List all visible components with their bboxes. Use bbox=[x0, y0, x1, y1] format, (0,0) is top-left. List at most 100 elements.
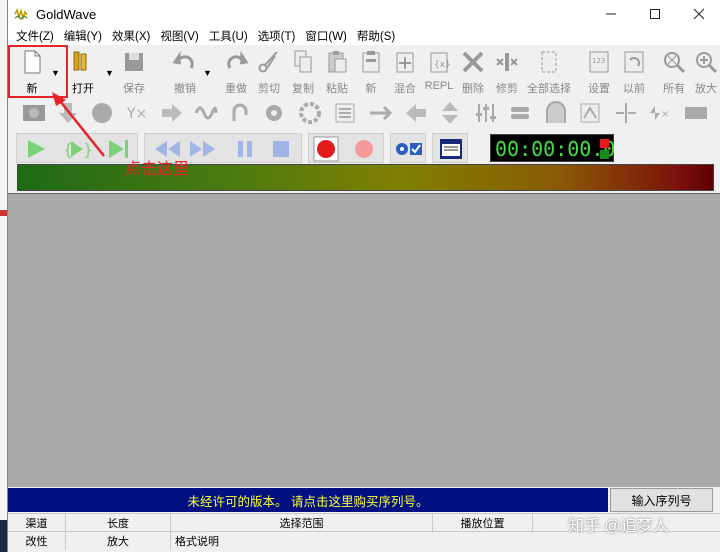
svg-text:Y×: Y× bbox=[126, 106, 147, 122]
copy-icon bbox=[294, 50, 312, 73]
level-meter bbox=[17, 164, 714, 191]
paste-label: 粘贴 bbox=[326, 83, 348, 95]
previous-button[interactable]: 以前 bbox=[614, 48, 654, 96]
redo-label: 重做 bbox=[225, 83, 247, 95]
status-format: 格式说明 bbox=[175, 536, 219, 548]
window-title: GoldWave bbox=[36, 6, 97, 22]
replace-label: REPL bbox=[424, 80, 454, 92]
stop-icon[interactable] bbox=[271, 139, 291, 159]
paste-clipboard-icon bbox=[328, 51, 347, 73]
menu-help[interactable]: 帮助(S) bbox=[353, 28, 401, 44]
status-selection-range: 选择范围 bbox=[171, 514, 433, 532]
effect-sprocket-icon[interactable] bbox=[298, 101, 322, 125]
status-play-position: 播放位置 bbox=[433, 514, 533, 532]
trim-button[interactable]: 修剪 bbox=[487, 48, 527, 96]
effect-list-icon[interactable] bbox=[333, 101, 357, 125]
effect-loop-icon[interactable] bbox=[228, 101, 252, 125]
record-selection-icon[interactable] bbox=[351, 136, 377, 162]
open-dropdown-arrow-icon[interactable]: ▼ bbox=[105, 68, 114, 78]
menu-window[interactable]: 窗口(W) bbox=[301, 28, 353, 44]
enter-serial-button[interactable]: 输入序列号 bbox=[610, 488, 713, 512]
close-button[interactable] bbox=[677, 0, 720, 28]
title-bar[interactable]: GoldWave bbox=[8, 0, 720, 28]
redo-icon bbox=[227, 51, 249, 69]
save-button[interactable]: 保存 bbox=[114, 48, 154, 96]
effect-dynamics-icon[interactable] bbox=[578, 101, 602, 125]
mix-icon bbox=[396, 52, 414, 73]
open-button[interactable]: 打开 bbox=[63, 48, 103, 96]
effect-arch-icon[interactable] bbox=[544, 101, 568, 125]
effect-updown-icon[interactable] bbox=[438, 101, 462, 125]
undo-dropdown-arrow-icon[interactable]: ▼ bbox=[203, 68, 212, 78]
desktop-background bbox=[0, 0, 7, 552]
set-button[interactable]: 123 设置 bbox=[579, 48, 619, 96]
menu-view[interactable]: 视图(V) bbox=[156, 28, 204, 44]
select-all-icon bbox=[541, 51, 557, 73]
record-icon[interactable] bbox=[313, 136, 339, 162]
device-window-icon[interactable] bbox=[439, 138, 463, 160]
effect-merge-arrows-icon[interactable] bbox=[368, 101, 392, 125]
fast-forward-icon[interactable] bbox=[189, 139, 217, 159]
effect-noise-icon[interactable]: × bbox=[648, 101, 672, 125]
menu-effects[interactable]: 效果(X) bbox=[108, 28, 156, 44]
time-status-red-indicator bbox=[600, 139, 609, 148]
replace-icon: {x} bbox=[430, 52, 451, 73]
previous-label: 以前 bbox=[623, 83, 645, 95]
zoom-in-magnifier-icon bbox=[696, 52, 718, 74]
menu-tools[interactable]: 工具(U) bbox=[205, 28, 254, 44]
status-modified: 改性 bbox=[8, 532, 66, 550]
control-properties-icon[interactable] bbox=[395, 140, 423, 158]
device-group bbox=[432, 133, 468, 163]
zoom-in-label: 放大 bbox=[695, 83, 717, 95]
effects-toolbar: Y× × bbox=[8, 98, 720, 128]
effect-right-arrow-icon[interactable] bbox=[160, 101, 184, 125]
annotation-text: 点击这里 bbox=[125, 161, 190, 178]
transport-bar: {} 00:00:00.0 bbox=[16, 133, 720, 163]
select-all-label: 全部选择 bbox=[527, 83, 571, 95]
previous-undo-icon bbox=[624, 51, 644, 73]
effect-gear-icon[interactable] bbox=[262, 101, 286, 125]
time-readout: 00:00:00.0 bbox=[495, 137, 616, 161]
svg-text:{x}: {x} bbox=[434, 60, 451, 70]
effect-yx-icon[interactable]: Y× bbox=[126, 101, 150, 125]
watermark: 知乎 @追梦人 bbox=[568, 518, 669, 535]
effect-strip-icon[interactable] bbox=[684, 101, 708, 125]
zoom-all-magnifier-icon bbox=[664, 52, 686, 74]
close-icon bbox=[693, 8, 705, 20]
menu-bar: 文件(Z) 编辑(Y) 效果(X) 视图(V) 工具(U) 选项(T) 窗口(W… bbox=[8, 27, 720, 45]
undo-button[interactable]: 撤销 bbox=[165, 48, 205, 96]
delete-label: 删除 bbox=[462, 83, 484, 95]
menu-file[interactable]: 文件(Z) bbox=[12, 28, 60, 44]
control-group bbox=[390, 133, 426, 163]
settings-123-icon: 123 bbox=[589, 51, 609, 73]
goldwave-window: GoldWave 文件(Z) 编辑(Y) 效果(X) 视图(V) 工具(U) 选… bbox=[7, 0, 720, 552]
svg-text:123: 123 bbox=[592, 57, 605, 65]
cut-label: 剪切 bbox=[258, 83, 280, 95]
svg-text:×: × bbox=[661, 109, 669, 120]
copy-label: 复制 bbox=[292, 83, 314, 95]
select-all-button[interactable]: 全部选择 bbox=[527, 48, 571, 96]
effect-compress-icon[interactable] bbox=[508, 101, 532, 125]
open-folder-icon bbox=[73, 51, 87, 71]
minimize-button[interactable] bbox=[589, 0, 633, 28]
effect-wave-icon[interactable] bbox=[194, 101, 218, 125]
minimize-icon bbox=[606, 13, 616, 15]
unlicensed-notice[interactable]: 未经许可的版本。 请点击这里购买序列号。 bbox=[8, 488, 608, 512]
menu-edit[interactable]: 编辑(Y) bbox=[60, 28, 108, 44]
effect-vocal-icon[interactable] bbox=[614, 101, 638, 125]
zoom-in-button[interactable]: 放大 bbox=[686, 48, 720, 96]
effect-left-arrow-icon[interactable] bbox=[404, 101, 428, 125]
time-display: 00:00:00.0 bbox=[490, 134, 616, 162]
status-channel: 渠道 bbox=[8, 514, 66, 532]
maximize-button[interactable] bbox=[633, 0, 677, 28]
pause-icon[interactable] bbox=[235, 139, 255, 159]
menu-options[interactable]: 选项(T) bbox=[254, 28, 302, 44]
save-label: 保存 bbox=[123, 83, 145, 95]
play-icon[interactable] bbox=[25, 138, 47, 160]
effect-box-icon[interactable] bbox=[22, 101, 46, 125]
status-zoom: 放大 bbox=[66, 532, 171, 550]
undo-icon bbox=[172, 51, 194, 69]
main-toolbar: 新 ▼ 打开 ▼ 保存 撤销 ▼ 重做 剪切 复制 粘贴 新 混合 {x} RE… bbox=[8, 46, 720, 98]
effect-equalizer-icon[interactable] bbox=[474, 101, 498, 125]
waveform-area[interactable] bbox=[8, 193, 720, 487]
